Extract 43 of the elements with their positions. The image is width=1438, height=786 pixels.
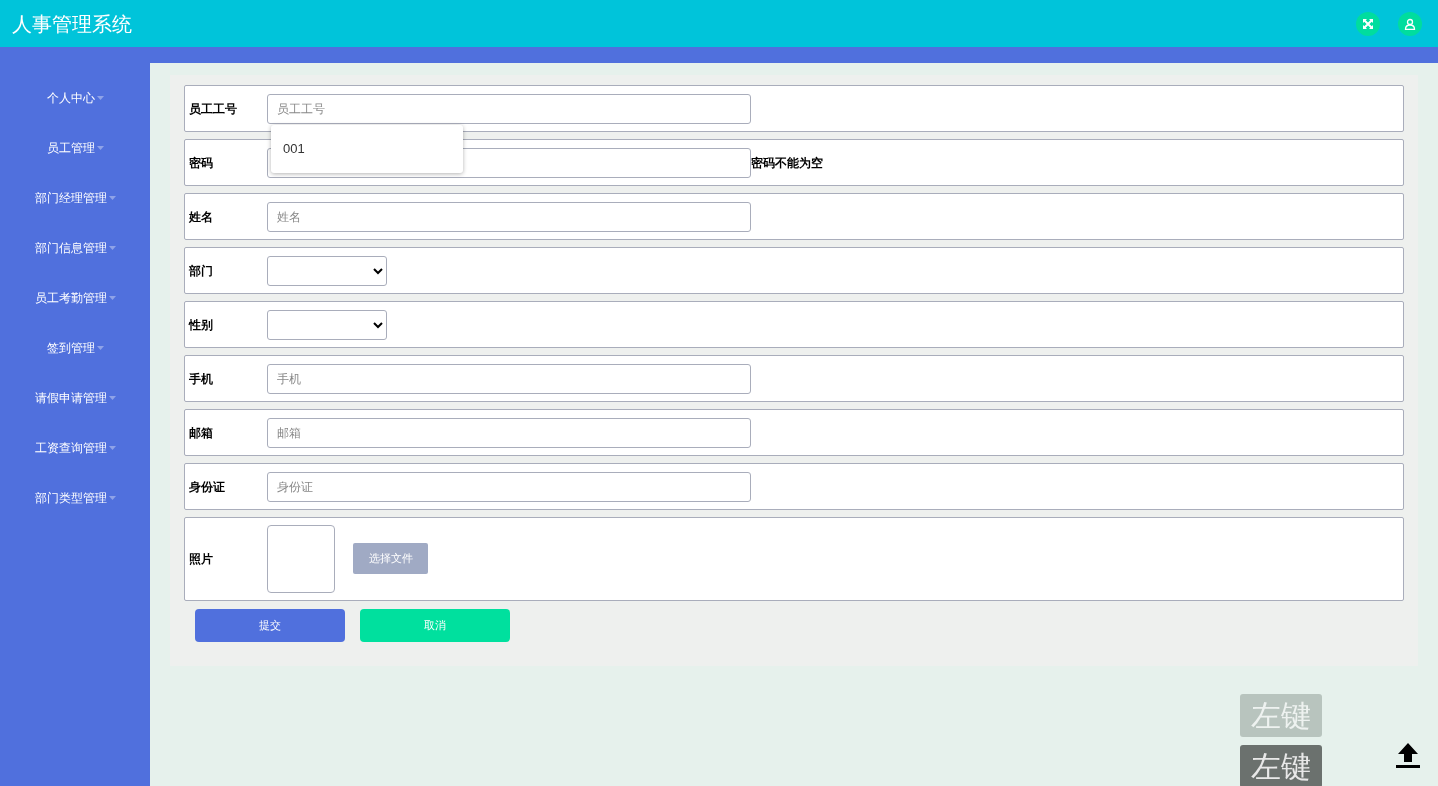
input-field[interactable]: 员工工号 [267, 93, 751, 124]
select-field[interactable] [267, 255, 387, 286]
key-press-indicator: 左键 [1240, 745, 1322, 786]
sidebar-item[interactable]: 签到管理 [46, 337, 104, 359]
sidebar-item[interactable]: 员工考勤管理 [34, 287, 116, 309]
sidebar-item[interactable]: 部门信息管理 [34, 237, 116, 259]
select-field[interactable] [267, 309, 387, 340]
field-label: 姓名 [188, 208, 214, 226]
field-label: 密码 [188, 154, 214, 172]
field-label: 员工工号 [188, 100, 238, 118]
input-field[interactable]: 身份证 [267, 471, 751, 502]
sidebar-item[interactable]: 工资查询管理 [34, 437, 116, 459]
caret-icon [96, 346, 104, 350]
user-icon[interactable] [1398, 11, 1422, 36]
image-placeholder [267, 525, 335, 593]
sidebar-item[interactable]: 部门类型管理 [34, 487, 116, 509]
input-field[interactable]: 手机 [267, 363, 751, 394]
field-label: 部门 [188, 262, 214, 280]
caret-icon [96, 96, 104, 100]
input-field[interactable]: 邮箱 [267, 417, 751, 448]
caret-icon [108, 196, 116, 200]
error-message: 密码不能为空 [751, 154, 823, 172]
field-label: 手机 [188, 370, 214, 388]
caret-icon [108, 296, 116, 300]
sidebar-item[interactable]: 个人中心 [46, 87, 104, 109]
field-label: 邮箱 [188, 424, 214, 442]
caret-icon [108, 246, 116, 250]
choose-file-button[interactable]: 选择文件 [353, 542, 428, 574]
caret-icon [108, 396, 116, 400]
app-title: 人事管理系统 [12, 11, 132, 37]
suggestion-item[interactable]: 001 [271, 137, 463, 161]
field-label: 性别 [187, 316, 214, 334]
sidebar-item[interactable]: 员工管理 [46, 137, 104, 159]
sidebar-item[interactable]: 请假申请管理 [34, 387, 116, 409]
sidebar-item[interactable]: 部门经理管理 [34, 187, 116, 209]
caret-icon [96, 146, 104, 150]
caret-icon [108, 446, 116, 450]
fullscreen-icon[interactable] [1356, 11, 1380, 36]
caret-icon [108, 496, 116, 500]
input-field[interactable]: 姓名 [267, 201, 751, 232]
field-label: 身份证 [188, 478, 226, 496]
field-label: 照片 [188, 551, 214, 568]
submit-button[interactable]: 提交 [195, 609, 345, 642]
